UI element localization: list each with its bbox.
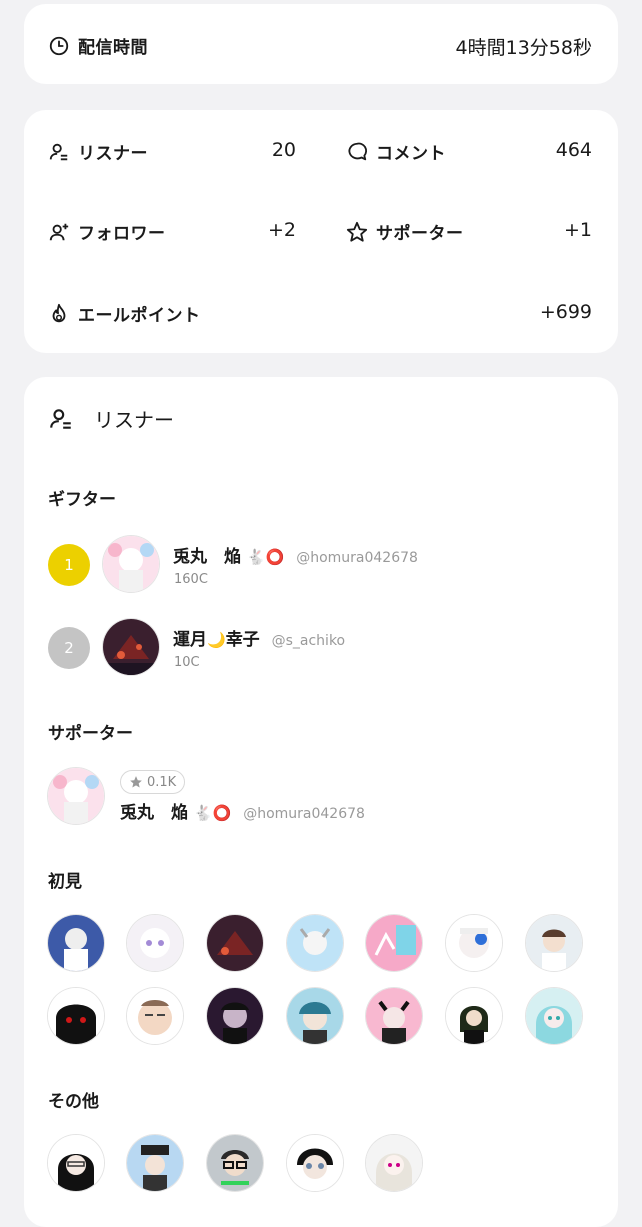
gifter-name-text: 運月 — [173, 630, 207, 650]
clock-icon — [48, 35, 70, 57]
supporter-name[interactable]: 兎丸 焔 🐇⭕ @homura042678 — [120, 798, 365, 823]
avatar[interactable] — [366, 915, 422, 971]
duration-value: 4時間13分58秒 — [455, 37, 592, 59]
gifter-name[interactable]: 兎丸 焔 🐇⭕ @homura042678 — [173, 542, 418, 567]
supporters-value: +1 — [563, 219, 592, 241]
supporter-handle: @homura042678 — [243, 806, 365, 822]
avatar[interactable] — [287, 915, 343, 971]
supporter-name-text: 兎丸 焔 — [120, 803, 188, 823]
comments-value: 464 — [555, 139, 592, 161]
stats-card: リスナー 20 コメント 464 フォロワー +2 サポーター +1 エールポイ… — [24, 110, 618, 353]
star-icon — [346, 221, 368, 243]
avatar[interactable] — [526, 915, 582, 971]
star-icon — [130, 776, 142, 788]
follower-plus-icon — [48, 221, 70, 243]
rank-badge-2: 2 — [48, 627, 90, 669]
avatar[interactable] — [48, 915, 104, 971]
others-title: その他 — [48, 1092, 99, 1112]
gifter-name-text-2: 幸子 — [225, 630, 260, 650]
gifter-handle: @homura042678 — [296, 550, 418, 566]
listener-icon — [48, 141, 70, 163]
followers-label: フォロワー — [78, 224, 166, 244]
avatar[interactable] — [287, 1135, 343, 1191]
supporters-label: サポーター — [376, 224, 464, 244]
gifter-amount: 10C — [174, 655, 200, 670]
listeners-section-title: リスナー — [94, 408, 174, 432]
avatar[interactable] — [207, 1135, 263, 1191]
first-time-title: 初見 — [48, 872, 82, 892]
avatar[interactable] — [207, 988, 263, 1044]
supporter-badge-value: 0.1K — [147, 774, 177, 790]
supporter-emoji: 🐇⭕ — [193, 804, 232, 822]
avatar[interactable] — [127, 1135, 183, 1191]
avatar[interactable] — [103, 536, 159, 592]
yell-points-value: +699 — [539, 301, 592, 323]
avatar[interactable] — [446, 915, 502, 971]
avatar[interactable] — [103, 619, 159, 675]
duration-label: 配信時間 — [78, 38, 148, 58]
flame-icon — [48, 303, 70, 325]
avatar[interactable] — [446, 988, 502, 1044]
comment-icon — [346, 141, 368, 163]
yell-points-label: エールポイント — [78, 306, 201, 326]
avatar[interactable] — [48, 1135, 104, 1191]
avatar[interactable] — [48, 768, 104, 824]
listener-icon — [48, 406, 74, 432]
avatar[interactable] — [207, 915, 263, 971]
comments-label: コメント — [376, 144, 446, 164]
listeners-label: リスナー — [78, 144, 148, 164]
avatar[interactable] — [526, 988, 582, 1044]
avatar[interactable] — [366, 1135, 422, 1191]
gifter-handle: @s_achiko — [271, 633, 346, 649]
gifter-emoji: 🐇⭕ — [246, 548, 285, 566]
gifter-amount: 160C — [174, 572, 208, 587]
avatar[interactable] — [127, 988, 183, 1044]
avatar[interactable] — [366, 988, 422, 1044]
gifter-name-text: 兎丸 焔 — [173, 547, 241, 567]
gifters-title: ギフター — [48, 490, 116, 510]
duration-card: 配信時間 4時間13分58秒 — [24, 4, 618, 84]
followers-value: +2 — [267, 219, 296, 241]
avatar[interactable] — [48, 988, 104, 1044]
avatar[interactable] — [287, 988, 343, 1044]
avatar[interactable] — [127, 915, 183, 971]
listeners-value: 20 — [271, 139, 296, 161]
rank-badge-1: 1 — [48, 544, 90, 586]
gifter-name[interactable]: 運月🌙幸子 @s_achiko — [173, 625, 345, 650]
supporter-level-badge: 0.1K — [120, 770, 186, 794]
gifter-emoji: 🌙 — [207, 631, 226, 649]
supporters-title: サポーター — [48, 724, 133, 744]
